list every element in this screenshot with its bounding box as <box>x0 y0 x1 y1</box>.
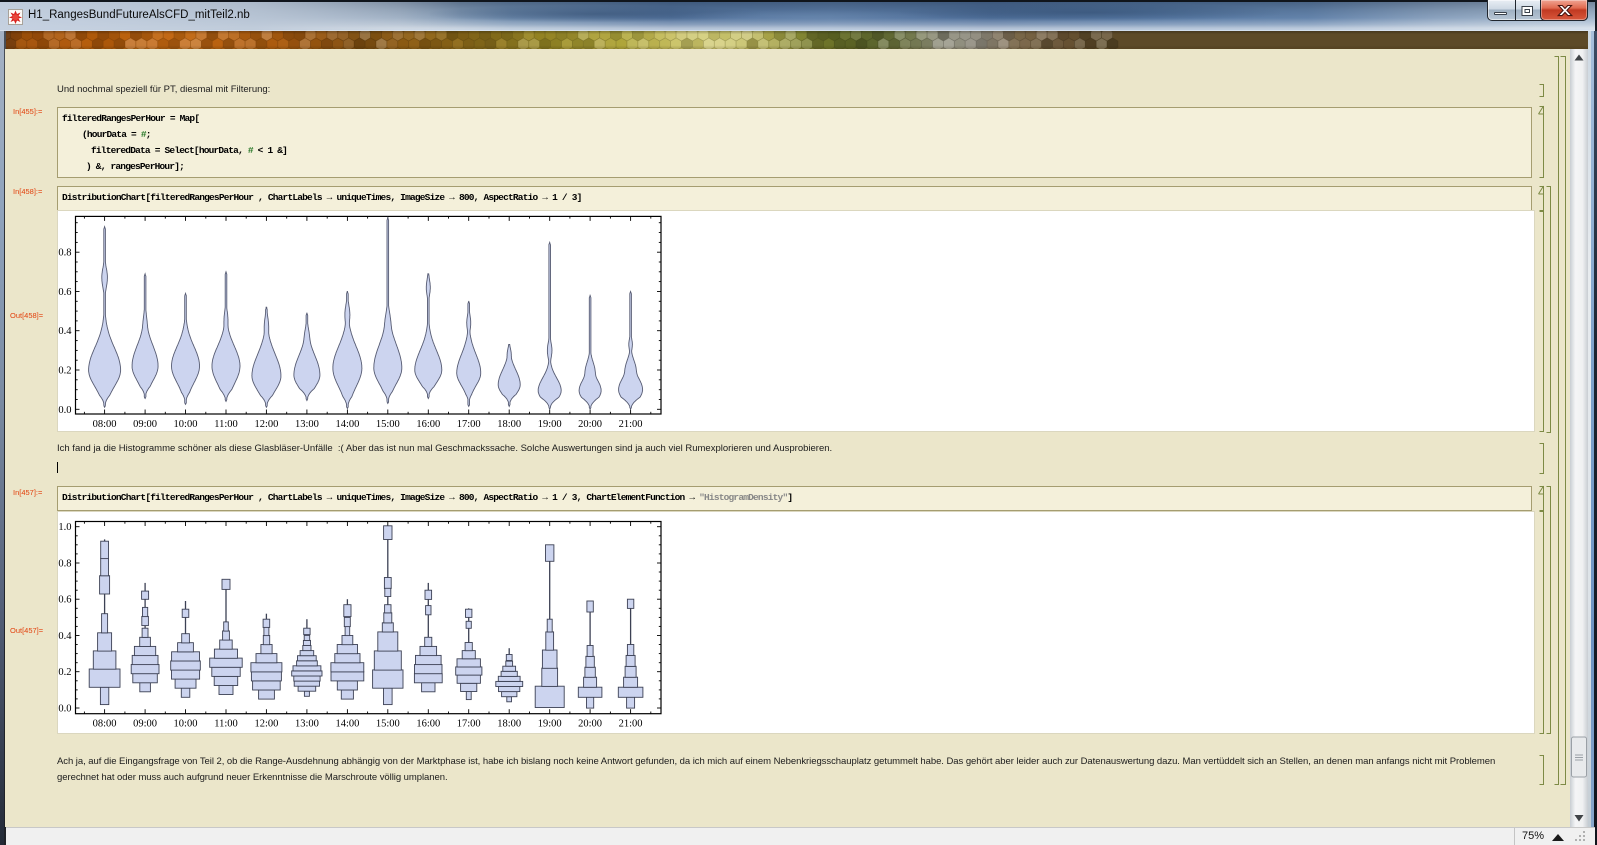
svg-text:0.8: 0.8 <box>58 248 71 259</box>
svg-text:18:00: 18:00 <box>497 419 521 430</box>
svg-text:16:00: 16:00 <box>416 419 440 430</box>
svg-text:0.4: 0.4 <box>58 326 72 337</box>
svg-text:16:00: 16:00 <box>416 719 440 730</box>
svg-text:21:00: 21:00 <box>619 719 643 730</box>
svg-text:17:00: 17:00 <box>457 719 481 730</box>
svg-text:0.6: 0.6 <box>58 595 71 606</box>
svg-text:21:00: 21:00 <box>619 419 643 430</box>
svg-text:08:00: 08:00 <box>93 719 117 730</box>
svg-text:09:00: 09:00 <box>133 419 157 430</box>
svg-text:10:00: 10:00 <box>174 719 198 730</box>
svg-text:13:00: 13:00 <box>295 719 319 730</box>
svg-text:17:00: 17:00 <box>457 419 481 430</box>
svg-text:18:00: 18:00 <box>497 719 521 730</box>
svg-text:15:00: 15:00 <box>376 719 400 730</box>
svg-text:09:00: 09:00 <box>133 719 157 730</box>
svg-text:10:00: 10:00 <box>174 419 198 430</box>
svg-text:0.4: 0.4 <box>58 631 72 642</box>
svg-text:12:00: 12:00 <box>254 719 278 730</box>
svg-text:14:00: 14:00 <box>335 419 359 430</box>
svg-text:08:00: 08:00 <box>93 419 117 430</box>
svg-text:12:00: 12:00 <box>254 419 278 430</box>
svg-text:13:00: 13:00 <box>295 419 319 430</box>
svg-text:14:00: 14:00 <box>335 719 359 730</box>
svg-text:19:00: 19:00 <box>538 719 562 730</box>
svg-text:20:00: 20:00 <box>578 419 602 430</box>
svg-text:0.6: 0.6 <box>58 287 71 298</box>
svg-text:19:00: 19:00 <box>538 419 562 430</box>
svg-text:0.0: 0.0 <box>58 704 71 715</box>
svg-text:15:00: 15:00 <box>376 419 400 430</box>
svg-text:11:00: 11:00 <box>214 719 238 730</box>
svg-text:0.8: 0.8 <box>58 559 71 570</box>
svg-text:1.0: 1.0 <box>58 522 71 533</box>
svg-text:0.0: 0.0 <box>58 405 71 416</box>
svg-text:0.2: 0.2 <box>58 667 71 678</box>
svg-text:20:00: 20:00 <box>578 719 602 730</box>
svg-text:11:00: 11:00 <box>214 419 238 430</box>
svg-text:0.2: 0.2 <box>58 366 71 377</box>
